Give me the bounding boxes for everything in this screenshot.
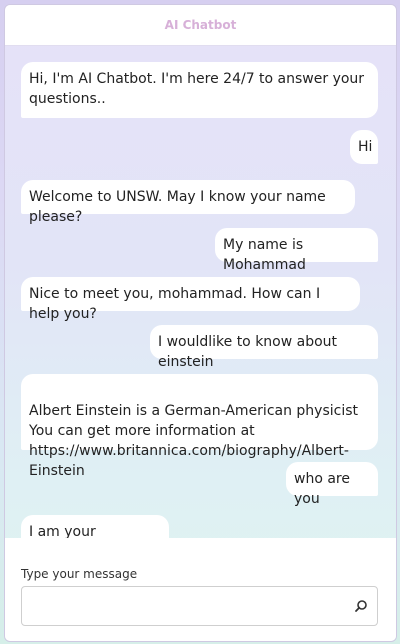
user-message: who are you bbox=[286, 462, 378, 507]
message-text: I am your assistance! bbox=[29, 524, 96, 538]
message-input-box[interactable] bbox=[21, 586, 378, 626]
bot-message: Hi, I'm AI Chatbot. I'm here 24/7 to ans… bbox=[21, 62, 378, 118]
user-message: Hi bbox=[350, 130, 378, 164]
bot-message: I am your assistance! bbox=[21, 515, 169, 538]
chat-title: AI Chatbot bbox=[164, 18, 237, 32]
user-message: My name is Mohammad bbox=[215, 228, 378, 273]
message-text: Welcome to UNSW. May I know your name pl… bbox=[29, 189, 326, 225]
message-text: Nice to meet you, mohammad. How can I he… bbox=[29, 286, 321, 322]
message-text: Hi bbox=[358, 139, 373, 155]
message-text: I wouldlike to know about einstein bbox=[158, 334, 338, 370]
message-input[interactable] bbox=[22, 587, 362, 625]
user-message: I wouldlike to know about einstein bbox=[150, 325, 378, 370]
message-text: My name is Mohammad bbox=[223, 237, 306, 273]
message-text: Hi, I'm AI Chatbot. I'm here 24/7 to ans… bbox=[29, 71, 365, 107]
message-list: Hi, I'm AI Chatbot. I'm here 24/7 to ans… bbox=[5, 46, 396, 538]
bot-message: Albert Einstein is a German-American phy… bbox=[21, 374, 378, 479]
page-background: AI Chatbot Hi, I'm AI Chatbot. I'm here … bbox=[0, 0, 400, 644]
bot-message: Nice to meet you, mohammad. How can I he… bbox=[21, 277, 360, 322]
chat-window: AI Chatbot Hi, I'm AI Chatbot. I'm here … bbox=[4, 4, 397, 642]
message-text: who are you bbox=[294, 471, 350, 507]
message-composer: Type your message bbox=[5, 538, 396, 641]
composer-label: Type your message bbox=[21, 567, 138, 581]
chat-header: AI Chatbot bbox=[5, 5, 396, 46]
bot-message: Welcome to UNSW. May I know your name pl… bbox=[21, 180, 355, 225]
search-icon[interactable] bbox=[353, 598, 369, 614]
